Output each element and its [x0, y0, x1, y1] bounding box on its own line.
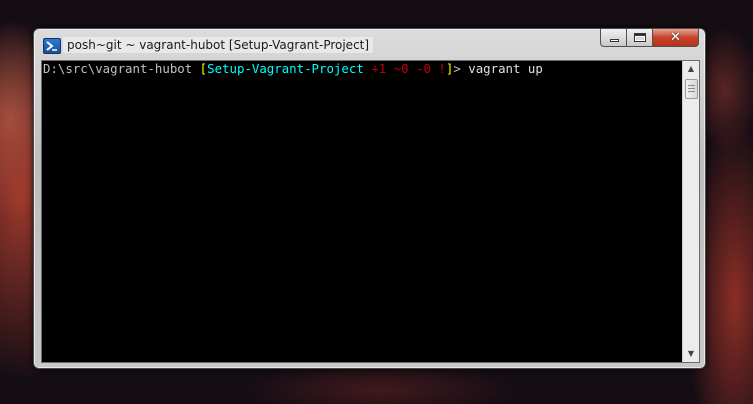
vertical-scrollbar[interactable]: ▲ ▼: [682, 61, 699, 362]
maximize-button[interactable]: [627, 29, 653, 47]
title-bar[interactable]: posh~git ~ vagrant-hubot [Setup-Vagrant-…: [34, 29, 705, 59]
git-branch-name: Setup-Vagrant-Project: [207, 61, 364, 76]
close-button[interactable]: ✕: [653, 29, 699, 47]
caption-buttons: ✕: [600, 29, 699, 48]
typed-command: vagrant up: [468, 61, 543, 76]
close-icon: ✕: [670, 30, 681, 45]
console-output[interactable]: D:\src\vagrant-hubot [Setup-Vagrant-Proj…: [42, 61, 684, 363]
prompt-path: D:\src\vagrant-hubot: [43, 61, 200, 76]
minimize-button[interactable]: [600, 29, 627, 47]
window-title: posh~git ~ vagrant-hubot [Setup-Vagrant-…: [63, 37, 374, 53]
maximize-icon: [634, 33, 646, 42]
console-client-area[interactable]: D:\src\vagrant-hubot [Setup-Vagrant-Proj…: [41, 60, 700, 363]
prompt-suffix: >: [453, 61, 469, 76]
git-status: +1 ~0 -0 !: [363, 61, 446, 76]
console-window: posh~git ~ vagrant-hubot [Setup-Vagrant-…: [33, 28, 706, 369]
prompt-open-bracket: [: [199, 61, 208, 76]
scroll-thumb[interactable]: [685, 79, 698, 99]
scroll-up-arrow-icon[interactable]: ▲: [683, 61, 699, 77]
minimize-icon: [610, 39, 619, 42]
scroll-down-arrow-icon[interactable]: ▼: [683, 346, 699, 362]
powershell-icon[interactable]: [43, 38, 61, 54]
